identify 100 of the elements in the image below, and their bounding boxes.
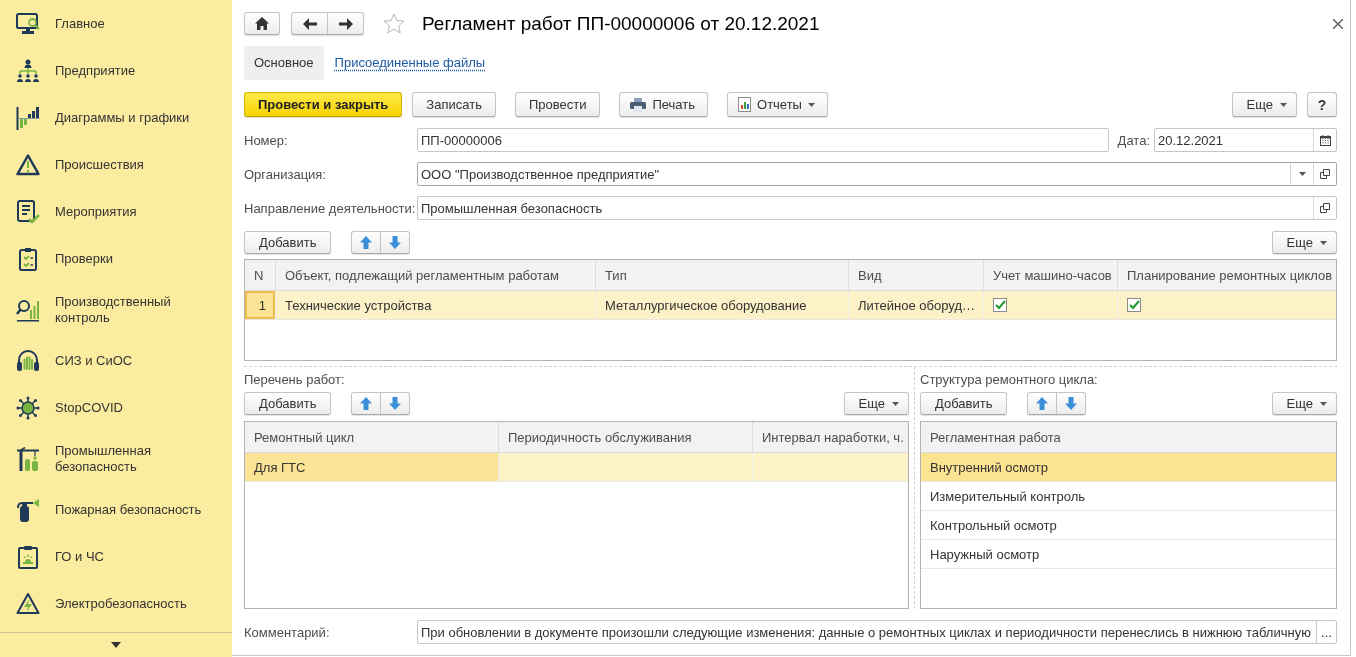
select-button[interactable]: ... bbox=[1316, 620, 1337, 644]
column-header[interactable]: Учет машино-часов bbox=[984, 260, 1118, 290]
caret-icon bbox=[1320, 401, 1327, 406]
sidebar-item[interactable]: Проверки bbox=[0, 235, 232, 282]
scroll-down-button[interactable] bbox=[111, 642, 121, 648]
organization-field[interactable]: ООО "Производственное предприятие" bbox=[417, 162, 1337, 186]
column-header[interactable]: Интервал наработки, ч. bbox=[753, 422, 908, 452]
headset-hand-icon bbox=[16, 348, 40, 373]
sidebar-item[interactable]: Промышленная безопасность bbox=[0, 431, 232, 486]
document-check-icon bbox=[16, 199, 40, 224]
column-header[interactable]: Планирование ремонтных циклов bbox=[1118, 260, 1336, 290]
table-row[interactable]: 1 Технические устройства Металлургическое оборудование Литейное оборуд… bbox=[245, 291, 1336, 320]
lightning-warning-icon bbox=[16, 591, 40, 616]
arrow-down-icon bbox=[389, 236, 402, 249]
arrow-up-icon bbox=[1036, 397, 1049, 410]
column-header[interactable]: Регламентная работа bbox=[921, 422, 1336, 452]
virus-icon bbox=[16, 395, 40, 420]
clipboard-check-icon bbox=[16, 246, 40, 271]
toolbar-button[interactable]: Провести bbox=[514, 92, 601, 117]
caret-icon bbox=[111, 642, 121, 648]
bar-chart-icon bbox=[16, 105, 40, 130]
column-header[interactable]: Тип bbox=[596, 260, 849, 290]
column-header[interactable]: Ремонтный цикл bbox=[245, 422, 499, 452]
print-button[interactable]: Печать bbox=[619, 92, 708, 117]
table-row[interactable]: Внутренний осмотр bbox=[921, 453, 1336, 482]
fire-extinguisher-icon bbox=[16, 497, 40, 522]
add-button[interactable]: Добавить bbox=[244, 231, 332, 254]
column-header[interactable]: Периодичность обслуживания bbox=[499, 422, 753, 452]
more-button[interactable]: Еще bbox=[1271, 392, 1337, 415]
date-field[interactable]: 20.12.2021 bbox=[1154, 128, 1337, 152]
sidebar-item[interactable]: Предприятие bbox=[0, 47, 232, 94]
calendar-icon bbox=[1319, 134, 1331, 146]
more-button[interactable]: Еще bbox=[1271, 231, 1337, 254]
toolbar-button[interactable]: Записать bbox=[412, 92, 496, 117]
section-label: Перечень работ: bbox=[244, 372, 345, 388]
sidebar-item[interactable]: СИЗ и СиОС bbox=[0, 337, 232, 384]
warning-icon bbox=[16, 152, 40, 177]
more-button[interactable]: Еще bbox=[843, 392, 909, 415]
column-header[interactable]: N bbox=[245, 260, 276, 290]
tab[interactable]: Основное bbox=[244, 46, 324, 80]
move-up-button[interactable] bbox=[351, 392, 382, 415]
field-label: Номер: bbox=[244, 132, 289, 148]
window-title: Регламент работ ПП-00000006 от 20.12.2021 bbox=[422, 12, 820, 35]
column-header[interactable]: Объект, подлежащий регламентным работам bbox=[276, 260, 596, 290]
move-down-button[interactable] bbox=[1056, 392, 1087, 415]
add-button[interactable]: Добавить bbox=[244, 392, 332, 415]
forward-button[interactable] bbox=[327, 12, 364, 35]
star-icon[interactable] bbox=[383, 13, 405, 34]
table-cell: Технические устройства bbox=[276, 291, 596, 319]
monitor-search-icon bbox=[16, 11, 40, 36]
printer-icon bbox=[630, 97, 647, 112]
more-button[interactable]: Еще bbox=[1231, 92, 1297, 117]
sidebar-item[interactable]: ГО и ЧС bbox=[0, 533, 232, 580]
reports-button[interactable]: Отчеты bbox=[727, 92, 828, 117]
sidebar-item[interactable]: StopCOVID bbox=[0, 384, 232, 431]
home-button[interactable] bbox=[244, 12, 280, 35]
table-cell: Металлургическое оборудование bbox=[596, 291, 849, 319]
close-icon bbox=[1333, 18, 1343, 29]
table-cell: 1 bbox=[245, 291, 276, 319]
tab[interactable]: Присоединенные файлы bbox=[334, 55, 486, 71]
move-up-button[interactable] bbox=[1027, 392, 1058, 415]
move-down-button[interactable] bbox=[380, 392, 411, 415]
caret-icon bbox=[1298, 172, 1306, 176]
field-label: Направление деятельности: bbox=[244, 200, 417, 216]
table-row[interactable]: Для ГТС bbox=[245, 453, 908, 482]
activity-field[interactable]: Промышленная безопасность bbox=[417, 196, 1337, 220]
sidebar-item[interactable]: Электробезопасность bbox=[0, 580, 232, 627]
number-field[interactable]: ПП-00000006 bbox=[417, 128, 1109, 152]
org-chart-icon bbox=[16, 58, 40, 83]
help-button[interactable]: ? bbox=[1307, 92, 1337, 117]
back-button[interactable] bbox=[291, 12, 328, 35]
sidebar-item[interactable]: Диаграммы и графики bbox=[0, 94, 232, 141]
sidebar-item[interactable]: Производственный контроль bbox=[0, 282, 232, 337]
sidebar-item[interactable]: Происшествия bbox=[0, 141, 232, 188]
section-label: Структура ремонтного цикла: bbox=[920, 372, 1098, 388]
sidebar-item[interactable]: Мероприятия bbox=[0, 188, 232, 235]
caret-icon bbox=[1320, 240, 1327, 245]
table-cell: Литейное оборуд… bbox=[849, 291, 984, 319]
column-header[interactable]: Вид bbox=[849, 260, 984, 290]
close-button[interactable] bbox=[1333, 18, 1343, 29]
open-window-icon bbox=[1320, 169, 1330, 179]
caret-icon bbox=[892, 401, 899, 406]
field-label: Организация: bbox=[244, 166, 328, 182]
post-and-close-button[interactable]: Провести и закрыть bbox=[244, 92, 403, 117]
comment-field[interactable]: При обновлении в документе произошли следующие изменения: данные о ремонтных циклах и периодичности перенеслись в нижнюю табличную bbox=[417, 620, 1317, 644]
caret-icon bbox=[1280, 102, 1287, 107]
checkbox[interactable] bbox=[1127, 298, 1141, 312]
checkbox[interactable] bbox=[993, 298, 1007, 312]
move-down-button[interactable] bbox=[380, 231, 411, 254]
arrow-down-icon bbox=[1065, 397, 1078, 410]
add-button[interactable]: Добавить bbox=[920, 392, 1008, 415]
arrow-up-icon bbox=[360, 236, 373, 249]
sidebar-item[interactable]: Пожарная безопасность bbox=[0, 486, 232, 533]
field-label: Комментарий: bbox=[244, 624, 331, 640]
crane-cylinders-icon bbox=[16, 446, 40, 471]
arrow-right-icon bbox=[338, 17, 353, 30]
home-icon bbox=[255, 17, 269, 30]
sidebar-item[interactable]: Главное bbox=[0, 0, 232, 47]
caret-icon bbox=[807, 102, 815, 107]
move-up-button[interactable] bbox=[351, 231, 382, 254]
